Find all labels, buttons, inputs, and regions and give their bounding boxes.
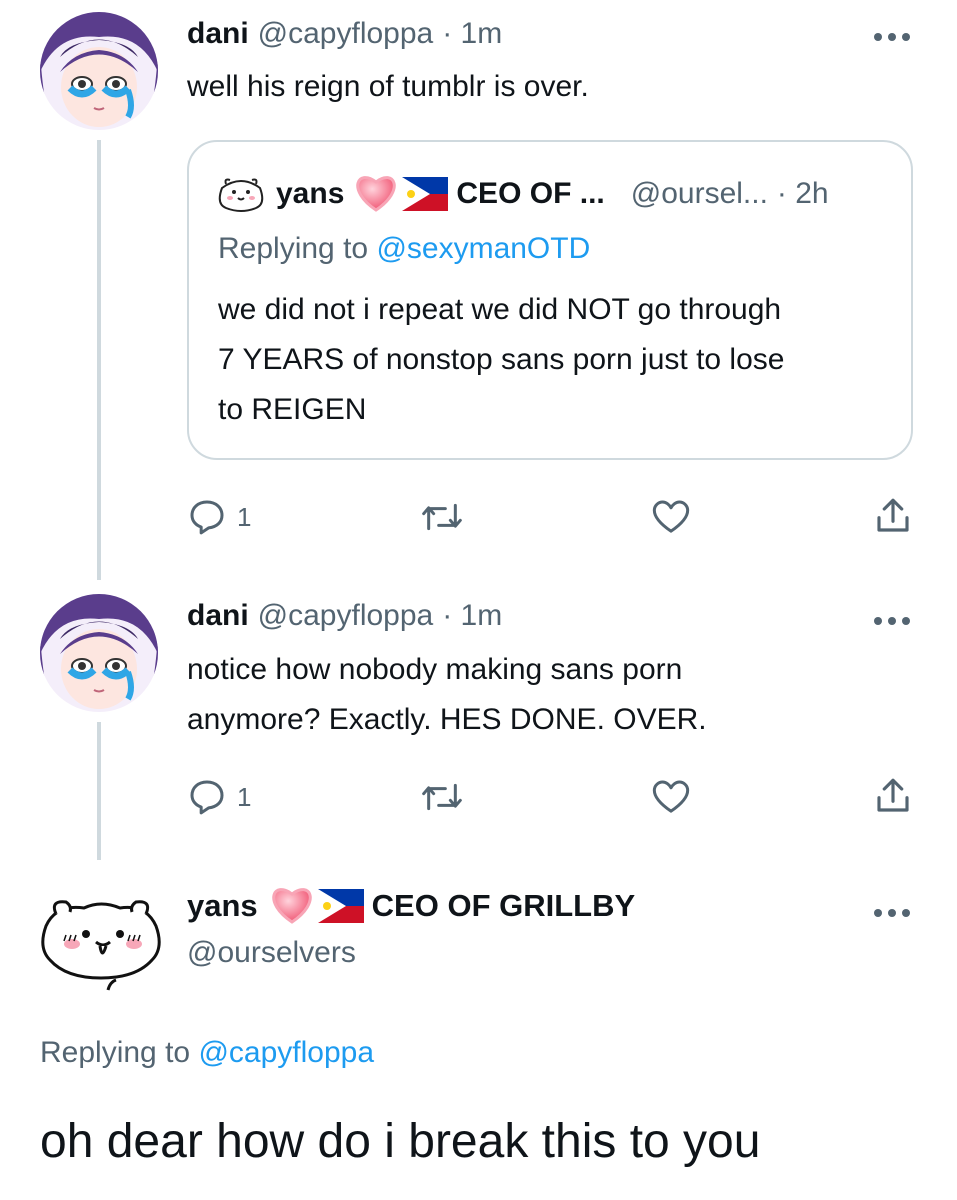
main-replying-to: Replying to @capyfloppa (40, 1036, 374, 1070)
quote-text-line: to REIGEN (218, 393, 367, 426)
share-icon (877, 778, 909, 812)
main-replying-handle[interactable]: @capyfloppa (198, 1036, 374, 1069)
reply-icon (190, 780, 224, 815)
tweet2-like-button[interactable] (650, 777, 692, 817)
heart-emoji-icon (270, 884, 314, 929)
quote-timestamp[interactable]: · 2h (777, 177, 829, 211)
main-author-handle[interactable]: @ourselvers (187, 936, 356, 970)
quote-author-name[interactable]: yans (276, 177, 344, 211)
quote-avatar-yans (216, 174, 266, 214)
avatar-dani-image (40, 12, 158, 130)
tweet1-share-button[interactable] (872, 495, 914, 537)
tweet1-reply-count: 1 (237, 501, 252, 532)
more-dots-icon[interactable] (872, 900, 912, 920)
tweet2-author-handle[interactable]: @capyfloppa (258, 599, 434, 633)
retweet-icon (422, 783, 462, 811)
quote-replying-handle[interactable]: @sexymanOTD (376, 232, 590, 265)
reply-icon (190, 500, 224, 535)
quote-replying-prefix: Replying to (218, 232, 377, 265)
tweet2-retweet-button[interactable] (420, 777, 464, 817)
retweet-icon (422, 503, 462, 531)
tweet1-header: dani @capyfloppa · 1m (187, 14, 502, 54)
main-header: yans CEO OF GRILLBY (187, 884, 635, 928)
tweet1-author-handle[interactable]: @capyfloppa (258, 17, 434, 51)
share-icon (877, 498, 909, 532)
tweet1-retweet-button[interactable] (420, 497, 464, 537)
quote-header: yans CEO OF ... @oursel... · 2h (276, 172, 829, 216)
tweet1-author-name[interactable]: dani (187, 17, 249, 51)
tweet2-author-name[interactable]: dani (187, 599, 249, 633)
main-author-display-suffix: CEO OF GRILLBY (371, 888, 636, 923)
quote-text: we did not i repeat we did NOT go throug… (218, 285, 784, 435)
heart-emoji-icon (354, 172, 398, 217)
tweet1-like-button[interactable] (650, 497, 692, 537)
heart-icon (652, 780, 690, 813)
quote-author-display-suffix: CEO OF ... (456, 177, 605, 210)
avatar-yans-image (36, 886, 166, 994)
tweet2-header: dani @capyfloppa · 1m (187, 596, 502, 636)
avatar-dani[interactable] (40, 594, 158, 712)
thread-line (97, 140, 101, 580)
tweet1-reply-button[interactable]: 1 (187, 497, 251, 537)
tweet2-text-line: notice how nobody making sans porn (187, 653, 683, 686)
main-tweet-text: oh dear how do i break this to you (40, 1115, 761, 1168)
avatar-dani[interactable] (40, 12, 158, 130)
quote-author-handle[interactable]: @oursel... (631, 177, 768, 211)
main-replying-prefix: Replying to (40, 1036, 199, 1069)
more-dots-icon[interactable] (872, 608, 912, 628)
tweet2-reply-count: 1 (237, 781, 252, 812)
quote-text-line: 7 YEARS of nonstop sans porn just to los… (218, 343, 785, 376)
quote-avatar-yans-image (218, 178, 264, 212)
avatar-dani-image (40, 594, 158, 712)
tweet2-text: notice how nobody making sans porn anymo… (187, 645, 707, 745)
main-author-name[interactable]: yans (187, 888, 258, 924)
avatar-yans[interactable] (36, 886, 166, 994)
tweet1-timestamp[interactable]: · 1m (442, 17, 502, 51)
quote-replying-to: Replying to @sexymanOTD (218, 232, 590, 266)
philippines-flag-icon (402, 177, 449, 211)
philippines-flag-icon (317, 889, 364, 923)
tweet2-text-line: anymore? Exactly. HES DONE. OVER. (187, 703, 707, 736)
tweet2-reply-button[interactable]: 1 (187, 777, 251, 817)
thread-line (97, 722, 101, 860)
tweet2-share-button[interactable] (872, 775, 914, 817)
heart-icon (652, 500, 690, 533)
quote-text-line: we did not i repeat we did NOT go throug… (218, 293, 782, 326)
tweet2-timestamp[interactable]: · 1m (442, 599, 502, 633)
more-dots-icon[interactable] (872, 24, 912, 44)
tweet1-text: well his reign of tumblr is over. (187, 70, 589, 103)
